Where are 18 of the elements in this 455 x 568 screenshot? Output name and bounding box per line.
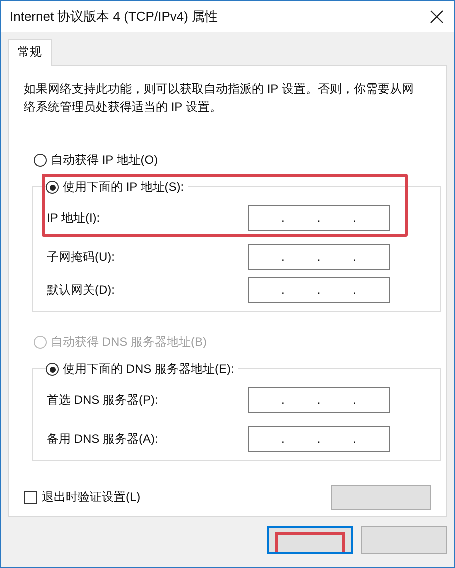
close-icon[interactable]: [430, 10, 444, 24]
field-label: 子网掩码(U):: [47, 248, 115, 266]
tab[interactable]: 常规: [8, 39, 52, 66]
address-field[interactable]: . . .: [248, 277, 390, 303]
address-field[interactable]: . . .: [248, 205, 390, 231]
address-field[interactable]: . . .: [248, 244, 390, 270]
window-title: Internet 协议版本 4 (TCP/IPv4) 属性: [10, 8, 218, 26]
field-label: IP 地址(I):: [47, 210, 100, 226]
field-label: 备用 DNS 服务器(A):: [47, 430, 158, 448]
address-field[interactable]: . . .: [248, 426, 390, 452]
address-field[interactable]: . . .: [248, 387, 390, 413]
checkbox-option[interactable]: 退出时验证设置(L): [24, 489, 141, 506]
description-text: 如果网络支持此功能，则可以获取自动指派的 IP 设置。否则，你需要从网络系统管理员处获得适当的 IP 设置。: [24, 81, 414, 116]
ok-button[interactable]: [267, 526, 353, 554]
radio-option[interactable]: 使用下面的 IP 地址(S):: [46, 179, 188, 196]
field-label: 默认网关(D):: [47, 282, 115, 298]
field-label: 首选 DNS 服务器(P):: [47, 392, 158, 408]
radio-option[interactable]: 使用下面的 DNS 服务器地址(E):: [46, 361, 238, 378]
